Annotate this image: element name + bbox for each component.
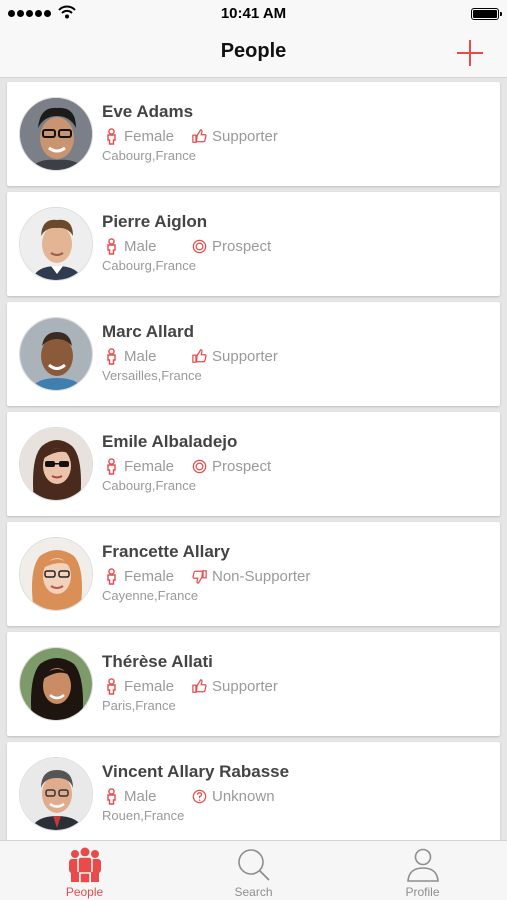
gender-field: Male — [104, 236, 157, 256]
support-status: Non-Supporter — [192, 566, 310, 586]
gender-field: Female — [104, 566, 174, 586]
avatar — [19, 317, 93, 391]
status-label: Supporter — [212, 127, 278, 145]
person-name: Francette Allary — [102, 542, 230, 561]
thumbs-up-icon — [192, 348, 207, 363]
status-time: 10:41 AM — [220, 5, 287, 22]
person-icon — [107, 237, 116, 255]
location-label: Versailles,France — [102, 368, 202, 383]
avatar — [19, 537, 93, 611]
person-name: Eve Adams — [102, 102, 194, 121]
avatar — [19, 207, 93, 281]
gender-label: Female — [124, 567, 175, 585]
tab-label: Search — [234, 885, 273, 899]
status-label: Prospect — [212, 457, 272, 475]
person-icon — [107, 127, 116, 145]
avatar — [19, 97, 93, 171]
status-label: Unknown — [212, 787, 275, 805]
target-icon — [192, 239, 207, 253]
status-bar: 10:41 AM — [0, 0, 507, 28]
status-label: Supporter — [212, 677, 278, 695]
person-card[interactable]: Vincent Allary Rabasse Male Unknown Roue… — [7, 742, 500, 840]
tab-label: Profile — [405, 885, 440, 899]
target-icon — [192, 459, 207, 473]
gender-label: Male — [124, 787, 157, 805]
gender-label: Male — [124, 347, 157, 365]
people-icon — [69, 847, 101, 883]
people-list[interactable]: Eve Adams Female Supporter Cabourg,Franc… — [0, 78, 507, 840]
page-title: People — [220, 40, 287, 62]
person-card[interactable]: Pierre Aiglon Male Prospect Cabourg,Fran… — [7, 192, 500, 296]
gender-field: Male — [104, 346, 157, 366]
support-status: Prospect — [192, 236, 271, 256]
person-icon — [107, 677, 116, 695]
gender-field: Female — [104, 126, 174, 146]
question-circle-icon — [192, 789, 207, 803]
person-icon — [107, 787, 116, 805]
avatar — [19, 647, 93, 721]
avatar — [19, 757, 93, 831]
status-label: Non-Supporter — [212, 567, 311, 585]
tab-search[interactable]: Search — [169, 841, 338, 900]
location-label: Rouen,France — [102, 808, 185, 823]
person-name: Pierre Aiglon — [102, 212, 208, 231]
gender-label: Female — [124, 677, 175, 695]
thumbs-up-icon — [192, 128, 207, 143]
status-label: Supporter — [212, 347, 278, 365]
person-card[interactable]: Emile Albaladejo Female Prospect Cabourg… — [7, 412, 500, 516]
person-name: Emile Albaladejo — [102, 432, 238, 451]
location-label: Cabourg,France — [102, 478, 196, 493]
support-status: Unknown — [192, 786, 275, 806]
profile-icon — [407, 848, 439, 882]
location-label: Cabourg,France — [102, 148, 196, 163]
gender-field: Male — [104, 786, 157, 806]
nav-bar: People — [0, 28, 507, 78]
avatar — [19, 427, 93, 501]
location-label: Paris,France — [102, 698, 176, 713]
location-label: Cayenne,France — [102, 588, 199, 603]
status-label: Prospect — [212, 237, 272, 255]
tab-people[interactable]: People — [0, 841, 169, 900]
person-card[interactable]: Thérèse Allati Female Supporter Paris,Fr… — [7, 632, 500, 736]
gender-label: Female — [124, 457, 175, 475]
tab-profile[interactable]: Profile — [338, 841, 507, 900]
support-status: Supporter — [192, 676, 278, 696]
search-icon — [238, 849, 270, 881]
battery-icon — [471, 8, 502, 20]
person-card[interactable]: Francette Allary Female Non-Supporter Ca… — [7, 522, 500, 626]
person-icon — [107, 347, 116, 365]
gender-field: Female — [104, 676, 174, 696]
support-status: Supporter — [192, 346, 278, 366]
support-status: Prospect — [192, 456, 271, 476]
person-icon — [107, 457, 116, 475]
gender-label: Female — [124, 127, 175, 145]
gender-label: Male — [124, 237, 157, 255]
person-card[interactable]: Marc Allard Male Supporter Versailles,Fr… — [7, 302, 500, 406]
app-screen: 10:41 AM People Eve Adams Female Support… — [0, 0, 507, 900]
thumbs-down-icon — [192, 569, 207, 584]
support-status: Supporter — [192, 126, 278, 146]
thumbs-up-icon — [192, 678, 207, 693]
gender-field: Female — [104, 456, 174, 476]
tab-bar: People Search Profile — [0, 840, 507, 900]
location-label: Cabourg,France — [102, 258, 196, 273]
add-person-button[interactable] — [455, 38, 485, 68]
person-name: Vincent Allary Rabasse — [102, 762, 290, 781]
person-icon — [107, 567, 116, 585]
person-name: Thérèse Allati — [102, 652, 213, 671]
person-card[interactable]: Eve Adams Female Supporter Cabourg,Franc… — [7, 82, 500, 186]
person-name: Marc Allard — [102, 322, 194, 341]
tab-label: People — [65, 885, 104, 899]
